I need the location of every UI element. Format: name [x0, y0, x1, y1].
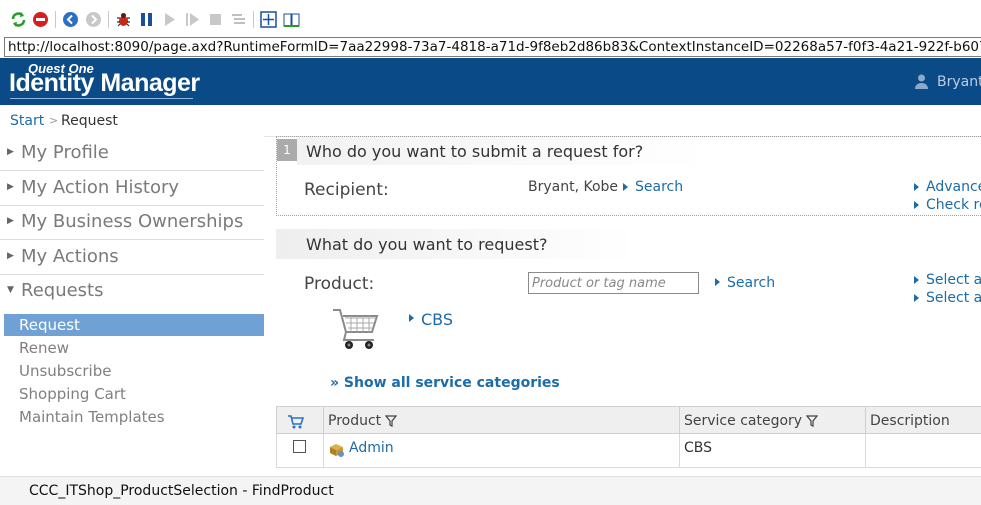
step-number: 1: [277, 139, 297, 161]
sidebar-section-label: My Business Ownerships: [21, 211, 244, 232]
sidebar-item-label: Unsubscribe: [19, 362, 112, 380]
app-header: Quest One Identity Manager Bryant: [0, 58, 981, 105]
url-text: http://localhost:8090/page.axd?RuntimeFo…: [8, 39, 981, 55]
row-checkbox[interactable]: [293, 440, 306, 453]
select-link-2[interactable]: Select a: [926, 290, 981, 306]
product-question: What do you want to request?: [306, 235, 548, 254]
table-row-category-cell: CBS: [679, 434, 865, 468]
back-icon[interactable]: [62, 11, 79, 28]
link-arrow-icon: [715, 278, 720, 286]
expand-arrow-icon: ▶: [7, 216, 14, 226]
grid-header-service-category[interactable]: Service category: [679, 406, 865, 434]
recipient-label: Recipient:: [304, 180, 389, 200]
grid-header-description[interactable]: Description: [865, 406, 981, 434]
address-bar[interactable]: http://localhost:8090/page.axd?RuntimeFo…: [4, 37, 981, 57]
sidebar-item-label: Shopping Cart: [19, 385, 126, 403]
advanced-link[interactable]: Advance: [926, 179, 981, 195]
select-link-1[interactable]: Select a: [926, 272, 981, 288]
brand-underline: [10, 98, 193, 99]
sidebar-item-shopping-cart[interactable]: Shopping Cart: [4, 383, 264, 405]
refresh-icon[interactable]: [10, 11, 27, 28]
sidebar-section-label: My Action History: [21, 177, 180, 198]
grid-header-cart[interactable]: [276, 406, 323, 434]
move-icon[interactable]: [260, 11, 277, 28]
sidebar-section-label: My Profile: [21, 142, 109, 163]
filter-icon[interactable]: [806, 415, 819, 427]
sidebar-item-maintain-templates[interactable]: Maintain Templates: [4, 406, 264, 428]
table-row-checkbox-cell: [276, 434, 323, 468]
sidebar: ▶ My Profile ▶ My Action History ▶ My Bu…: [0, 136, 264, 476]
sidebar-item-label: Maintain Templates: [19, 408, 165, 426]
table-row-product-cell: Admin: [323, 434, 679, 468]
step-icon[interactable]: [184, 11, 201, 28]
link-arrow-icon: [914, 183, 919, 191]
sidebar-section-my-action-history[interactable]: ▶ My Action History: [0, 171, 264, 206]
forward-icon[interactable]: [85, 11, 102, 28]
breadcrumb-separator-icon: >: [49, 114, 59, 127]
sidebar-item-label: Request: [19, 316, 80, 334]
user-name[interactable]: Bryant: [937, 74, 981, 90]
sidebar-item-label: Renew: [19, 339, 69, 357]
sidebar-item-renew[interactable]: Renew: [4, 337, 264, 359]
filter-icon[interactable]: [385, 415, 398, 427]
collapse-arrow-icon: ▼: [7, 285, 14, 295]
status-text: CCC_ITShop_ProductSelection - FindProduc…: [29, 483, 334, 499]
link-arrow-icon: [914, 276, 919, 284]
expand-arrow-icon: ▶: [7, 182, 14, 192]
sidebar-section-my-profile[interactable]: ▶ My Profile: [0, 136, 264, 171]
bug-icon[interactable]: [115, 11, 132, 28]
recipient-search-link[interactable]: Search: [635, 179, 683, 195]
product-grid: Product Service category Description Adm…: [276, 406, 981, 468]
link-arrow-icon: [623, 183, 628, 191]
sidebar-item-request[interactable]: Request: [4, 314, 264, 336]
book-icon[interactable]: [283, 11, 300, 28]
stop-debug-icon[interactable]: [207, 11, 224, 28]
link-arrow-icon: [914, 294, 919, 302]
brand-title: Identity Manager: [9, 69, 200, 97]
product-search-input[interactable]: [528, 272, 699, 294]
sidebar-section-my-business-ownerships[interactable]: ▶ My Business Ownerships: [0, 205, 264, 240]
expand-arrow-icon: ▶: [7, 251, 14, 261]
category-cbs-link[interactable]: CBS: [421, 310, 453, 329]
stop-icon[interactable]: [32, 11, 49, 28]
link-arrow-icon: [914, 201, 919, 209]
sidebar-item-unsubscribe[interactable]: Unsubscribe: [4, 360, 264, 382]
grid-header-product[interactable]: Product: [323, 406, 679, 434]
product-search-link[interactable]: Search: [727, 275, 775, 291]
product-icon: [330, 444, 344, 457]
product-header-label: Product: [328, 413, 382, 429]
play-icon[interactable]: [161, 11, 178, 28]
expand-arrow-icon: ▶: [7, 147, 14, 157]
table-row-description-cell: [865, 434, 981, 468]
status-bar: CCC_ITShop_ProductSelection - FindProduc…: [0, 476, 981, 505]
debugger-toolbar: [0, 0, 981, 37]
service-category-header-label: Service category: [684, 413, 803, 429]
sidebar-section-label: Requests: [21, 280, 104, 301]
breadcrumb-start-link[interactable]: Start: [10, 113, 44, 129]
product-label: Product:: [304, 274, 375, 294]
recipient-value: Bryant, Kobe: [528, 179, 619, 195]
recipient-question: Who do you want to submit a request for?: [306, 142, 644, 161]
description-header-label: Description: [870, 413, 950, 429]
breadcrumb: Start > Request: [0, 105, 981, 137]
pause-icon[interactable]: [138, 11, 155, 28]
sidebar-section-my-actions[interactable]: ▶ My Actions: [0, 240, 264, 275]
cart-column-icon: [288, 415, 304, 429]
service-category-value: CBS: [684, 440, 713, 456]
check-link[interactable]: Check re: [926, 197, 981, 213]
product-admin-link[interactable]: Admin: [349, 440, 394, 456]
sidebar-section-label: My Actions: [21, 246, 119, 267]
user-icon: [913, 73, 930, 90]
link-arrow-icon: [409, 314, 414, 322]
shopping-cart-icon: [331, 306, 383, 352]
list-icon[interactable]: [230, 11, 247, 28]
sidebar-section-requests[interactable]: ▼ Requests: [0, 274, 264, 308]
show-all-categories-link[interactable]: » Show all service categories: [330, 375, 560, 391]
breadcrumb-current: Request: [61, 113, 118, 129]
